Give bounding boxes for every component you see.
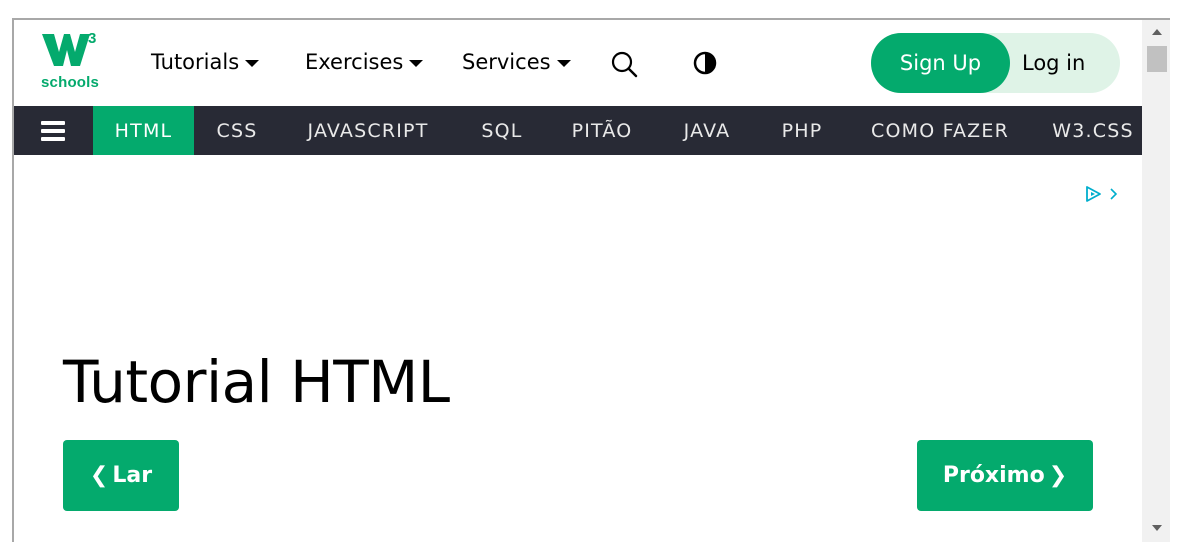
exercises-menu[interactable]: Exercises	[305, 50, 424, 74]
log-in-button[interactable]: Log in	[1010, 33, 1120, 93]
logo-w-mark	[42, 34, 90, 66]
ad-choices-icon	[1086, 186, 1118, 202]
previous-label: Lar	[112, 463, 153, 488]
scroll-up-arrow[interactable]	[1142, 22, 1170, 42]
page-viewport: 3 schools Tutorials Exercises Services S…	[14, 20, 1142, 542]
chevron-left-icon: ❮	[89, 463, 109, 488]
contrast-icon	[693, 51, 717, 75]
previous-button[interactable]: ❮ Lar	[63, 440, 179, 511]
auth-group: Sign Up Log in	[871, 33, 1120, 93]
services-label: Services	[462, 50, 551, 74]
ad-choices-button[interactable]	[1084, 184, 1124, 204]
tutorials-menu[interactable]: Tutorials	[151, 50, 260, 74]
scrollbar-thumb[interactable]	[1147, 46, 1167, 72]
arrow-down-icon	[1152, 525, 1162, 531]
top-navbar: 3 schools Tutorials Exercises Services S…	[14, 20, 1142, 106]
menu-icon[interactable]	[41, 121, 65, 141]
logo-wordmark: schools	[41, 74, 100, 91]
caret-down-icon	[409, 59, 424, 67]
topic-javascript[interactable]: JAVASCRIPT	[294, 106, 442, 155]
chevron-right-icon: ❯	[1048, 463, 1068, 488]
topic-html[interactable]: HTML	[93, 106, 194, 155]
topic-python[interactable]: PITÃO	[562, 106, 642, 155]
topic-sql[interactable]: SQL	[470, 106, 534, 155]
search-icon	[611, 51, 638, 78]
arrow-up-icon	[1152, 29, 1162, 35]
topic-how-to[interactable]: COMO FAZER	[862, 106, 1018, 155]
topic-w3css[interactable]: W3.CSS	[1044, 106, 1142, 155]
scroll-down-arrow[interactable]	[1142, 518, 1170, 538]
browser-frame: 3 schools Tutorials Exercises Services S…	[12, 18, 1170, 542]
services-menu[interactable]: Services	[462, 50, 571, 74]
topic-navbar: HTML CSS JAVASCRIPT SQL PITÃO JAVA PHP C…	[14, 106, 1142, 155]
caret-down-icon	[245, 59, 260, 67]
sign-up-button[interactable]: Sign Up	[871, 33, 1010, 93]
page-title: Tutorial HTML	[63, 348, 450, 416]
topic-java[interactable]: JAVA	[670, 106, 744, 155]
vertical-scrollbar[interactable]	[1142, 20, 1170, 542]
next-button[interactable]: Próximo ❯	[917, 440, 1093, 511]
theme-toggle-button[interactable]	[690, 50, 720, 80]
caret-down-icon	[556, 59, 571, 67]
topic-php[interactable]: PHP	[770, 106, 834, 155]
w3schools-logo[interactable]: 3 schools	[40, 30, 104, 92]
exercises-label: Exercises	[305, 50, 404, 74]
topic-css[interactable]: CSS	[204, 106, 270, 155]
next-label: Próximo	[942, 463, 1045, 488]
tutorials-label: Tutorials	[151, 50, 240, 74]
search-button[interactable]	[610, 50, 640, 80]
logo-superscript: 3	[88, 30, 97, 47]
